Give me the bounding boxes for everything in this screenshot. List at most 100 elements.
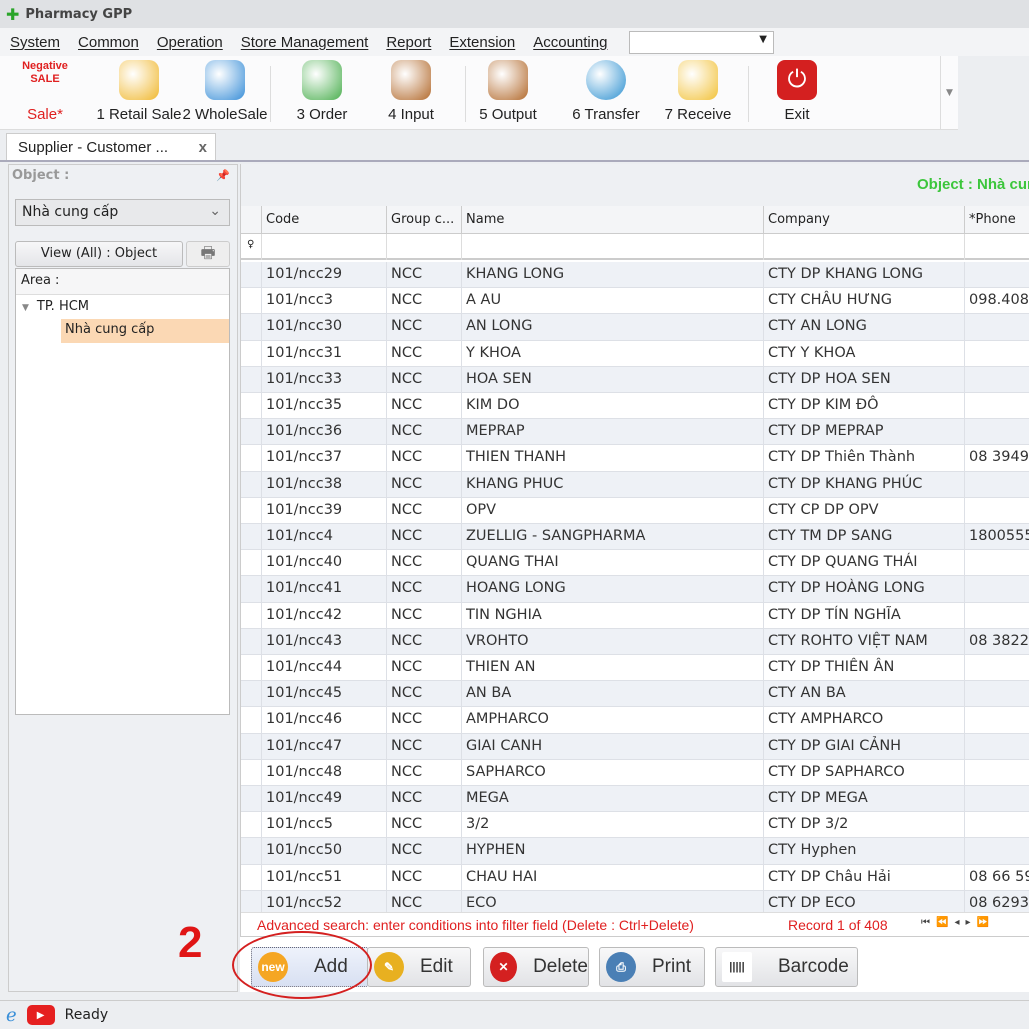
row-indicator[interactable] (241, 655, 262, 681)
table-row[interactable]: 101/ncc35 NCC KIM DO CTY DP KIM ĐÔ (241, 393, 1029, 420)
browser-icon[interactable]: ℯ (6, 1005, 17, 1026)
table-row[interactable]: 101/ncc39 NCC OPV CTY CP DP OPV (241, 497, 1029, 524)
table-row[interactable]: 101/ncc45 NCC AN BA CTY AN BA (241, 681, 1029, 708)
toolbar-negative-sale-button[interactable]: Negative SALE Sale* (14, 60, 76, 123)
table-row[interactable]: 101/ncc47 NCC GIAI CANH CTY DP GIAI CẢNH (241, 733, 1029, 760)
table-row[interactable]: 101/ncc33 NCC HOA SEN CTY DP HOA SEN (241, 366, 1029, 393)
row-indicator[interactable] (241, 314, 262, 341)
row-indicator[interactable] (241, 524, 262, 550)
table-row[interactable]: 101/ncc44 NCC THIEN AN CTY DP THIÊN ÂN (241, 655, 1029, 682)
row-indicator[interactable] (241, 628, 262, 655)
row-indicator[interactable] (241, 681, 262, 708)
toolbar-clipboard-button[interactable]: 7 Receive (655, 60, 741, 123)
menu-operation[interactable]: Operation (157, 34, 223, 51)
table-row[interactable]: 101/ncc29 NCC KHANG LONG CTY DP KHANG LONG (241, 262, 1029, 289)
column-header-1[interactable]: Group c... (387, 206, 462, 234)
record-navigator[interactable]: ⏮⏪◂▸⏩ (921, 917, 995, 928)
toolbar-capsule-button[interactable]: 1 Retail Sale (96, 60, 182, 123)
filter-icon: ♀ (241, 234, 262, 260)
table-row[interactable]: 101/ncc36 NCC MEPRAP CTY DP MEPRAP (241, 419, 1029, 446)
table-row[interactable]: 101/ncc46 NCC AMPHARCO CTY AMPHARCO (241, 707, 1029, 734)
view-all-button[interactable]: View (All) : Object (15, 241, 183, 267)
column-header-4[interactable]: *Phone (965, 206, 1029, 234)
row-indicator[interactable] (241, 786, 262, 812)
row-indicator[interactable] (241, 707, 262, 734)
menu-store-management[interactable]: Store Management (241, 34, 369, 51)
row-indicator[interactable] (241, 733, 262, 760)
row-indicator[interactable] (241, 838, 262, 865)
filter-cell[interactable] (462, 234, 764, 260)
row-indicator[interactable] (241, 864, 262, 891)
youtube-icon[interactable]: ▶ (26, 1005, 55, 1025)
tab-supplier-customer[interactable]: Supplier - Customer ... x (6, 133, 216, 160)
row-indicator[interactable] (241, 366, 262, 393)
expand-arrow-icon[interactable]: ▼ (22, 303, 29, 313)
toolbar-capsules-button[interactable]: 2 WholeSale (182, 60, 268, 123)
toolbar-door-exit-button[interactable]: 5 Output (470, 60, 546, 123)
row-indicator[interactable] (241, 288, 262, 315)
toolbar-door-enter-button[interactable]: 4 Input (375, 60, 447, 123)
row-indicator[interactable] (241, 340, 262, 367)
row-indicator[interactable] (241, 393, 262, 419)
toolbar-transfer-button[interactable]: 6 Transfer (560, 60, 652, 123)
menu-extension[interactable]: Extension (449, 34, 515, 51)
menu-common[interactable]: Common (78, 34, 139, 51)
table-row[interactable]: 101/ncc42 NCC TIN NGHIA CTY DP TÍN NGHĨA (241, 602, 1029, 629)
table-cell: THIEN AN (462, 655, 764, 681)
pin-icon[interactable]: 📌 (216, 169, 230, 182)
menu-system[interactable]: System (10, 34, 60, 51)
table-row[interactable]: 101/ncc40 NCC QUANG THAI CTY DP QUANG THÁI (241, 550, 1029, 577)
table-row[interactable]: 101/ncc5 NCC 3/2 CTY DP 3/2 (241, 812, 1029, 839)
row-indicator[interactable] (241, 576, 262, 603)
table-row[interactable]: 101/ncc49 NCC MEGA CTY DP MEGA (241, 786, 1029, 813)
toolbar-overflow-button[interactable]: ▼ (940, 56, 958, 130)
object-select[interactable]: Nhà cung cấp ⌄ (15, 199, 230, 226)
row-indicator[interactable] (241, 262, 262, 288)
row-indicator[interactable] (241, 759, 262, 786)
tree-node-child[interactable]: Nhà cung cấp (61, 319, 229, 343)
row-indicator[interactable] (241, 471, 262, 498)
edit-button[interactable]: ✎ Edit (367, 947, 471, 987)
table-row[interactable]: 101/ncc43 NCC VROHTO CTY ROHTO VIỆT NAM 08 3… (241, 628, 1029, 655)
table-row[interactable]: 101/ncc38 NCC KHANG PHUC CTY DP KHANG PHÚC (241, 471, 1029, 498)
menu-accounting[interactable]: Accounting (533, 34, 607, 51)
row-indicator[interactable] (241, 890, 262, 914)
filter-cell[interactable] (262, 234, 387, 260)
table-cell: CTY AMPHARCO (764, 707, 965, 734)
filter-cell[interactable] (387, 234, 462, 260)
table-row[interactable]: 101/ncc3NCCA AUCTY CHÂU HƯNG098.4082 (241, 288, 1029, 315)
barcode-button[interactable]: ||||| Barcode (715, 947, 858, 987)
row-indicator[interactable] (241, 419, 262, 446)
row-indicator[interactable] (241, 812, 262, 839)
toolbar-power-button[interactable]: ⏻ Exit (765, 60, 829, 123)
menu-combo[interactable]: ▼ (629, 31, 774, 54)
toolbar-label: 6 Transfer (572, 106, 640, 123)
table-row[interactable]: 101/ncc4 NCC ZUELLIG - SANGPHARMA CTY TM DP… (241, 524, 1029, 551)
column-header-2[interactable]: Name (462, 206, 764, 234)
table-cell: CTY Hyphen (764, 838, 965, 865)
table-row[interactable]: 101/ncc30 NCC AN LONG CTY AN LONG (241, 314, 1029, 341)
menu-report[interactable]: Report (386, 34, 431, 51)
table-row[interactable]: 101/ncc50 NCC HYPHEN CTY Hyphen (241, 838, 1029, 865)
table-row[interactable]: 101/ncc51 NCC CHAU HAI CTY DP Châu Hải 08 66… (241, 864, 1029, 891)
table-row[interactable]: 101/ncc48 NCC SAPHARCO CTY DP SAPHARCO (241, 759, 1029, 786)
row-indicator[interactable] (241, 497, 262, 524)
print-button[interactable]: ⎙ Print (599, 947, 705, 987)
row-indicator[interactable] (241, 602, 262, 629)
toolbar-phone-button[interactable]: 3 Order (285, 60, 359, 123)
row-indicator[interactable] (241, 445, 262, 472)
filter-cell[interactable] (764, 234, 965, 260)
print-icon[interactable]: 🖶 (186, 241, 230, 267)
column-header-0[interactable]: Code (262, 206, 387, 234)
table-row[interactable]: 101/ncc41 NCC HOANG LONG CTY DP HOÀNG LONG (241, 576, 1029, 603)
column-header-3[interactable]: Company (764, 206, 965, 234)
table-row[interactable]: 101/ncc37 NCC THIEN THANH CTY DP Thiên Thàn… (241, 445, 1029, 472)
table-row[interactable]: 101/ncc31 NCC Y KHOA CTY Y KHOA (241, 340, 1029, 367)
tree-node-root[interactable]: ▼ TP. HCM (22, 299, 89, 314)
row-indicator[interactable] (241, 550, 262, 577)
table-cell: NCC (387, 497, 462, 524)
close-icon[interactable]: x (199, 139, 207, 156)
delete-button[interactable]: ✕ Delete (483, 947, 589, 987)
filter-cell[interactable] (965, 234, 1029, 260)
table-row[interactable]: 101/ncc52NCCECOCTY DP ECO08 62936 (241, 890, 1029, 914)
